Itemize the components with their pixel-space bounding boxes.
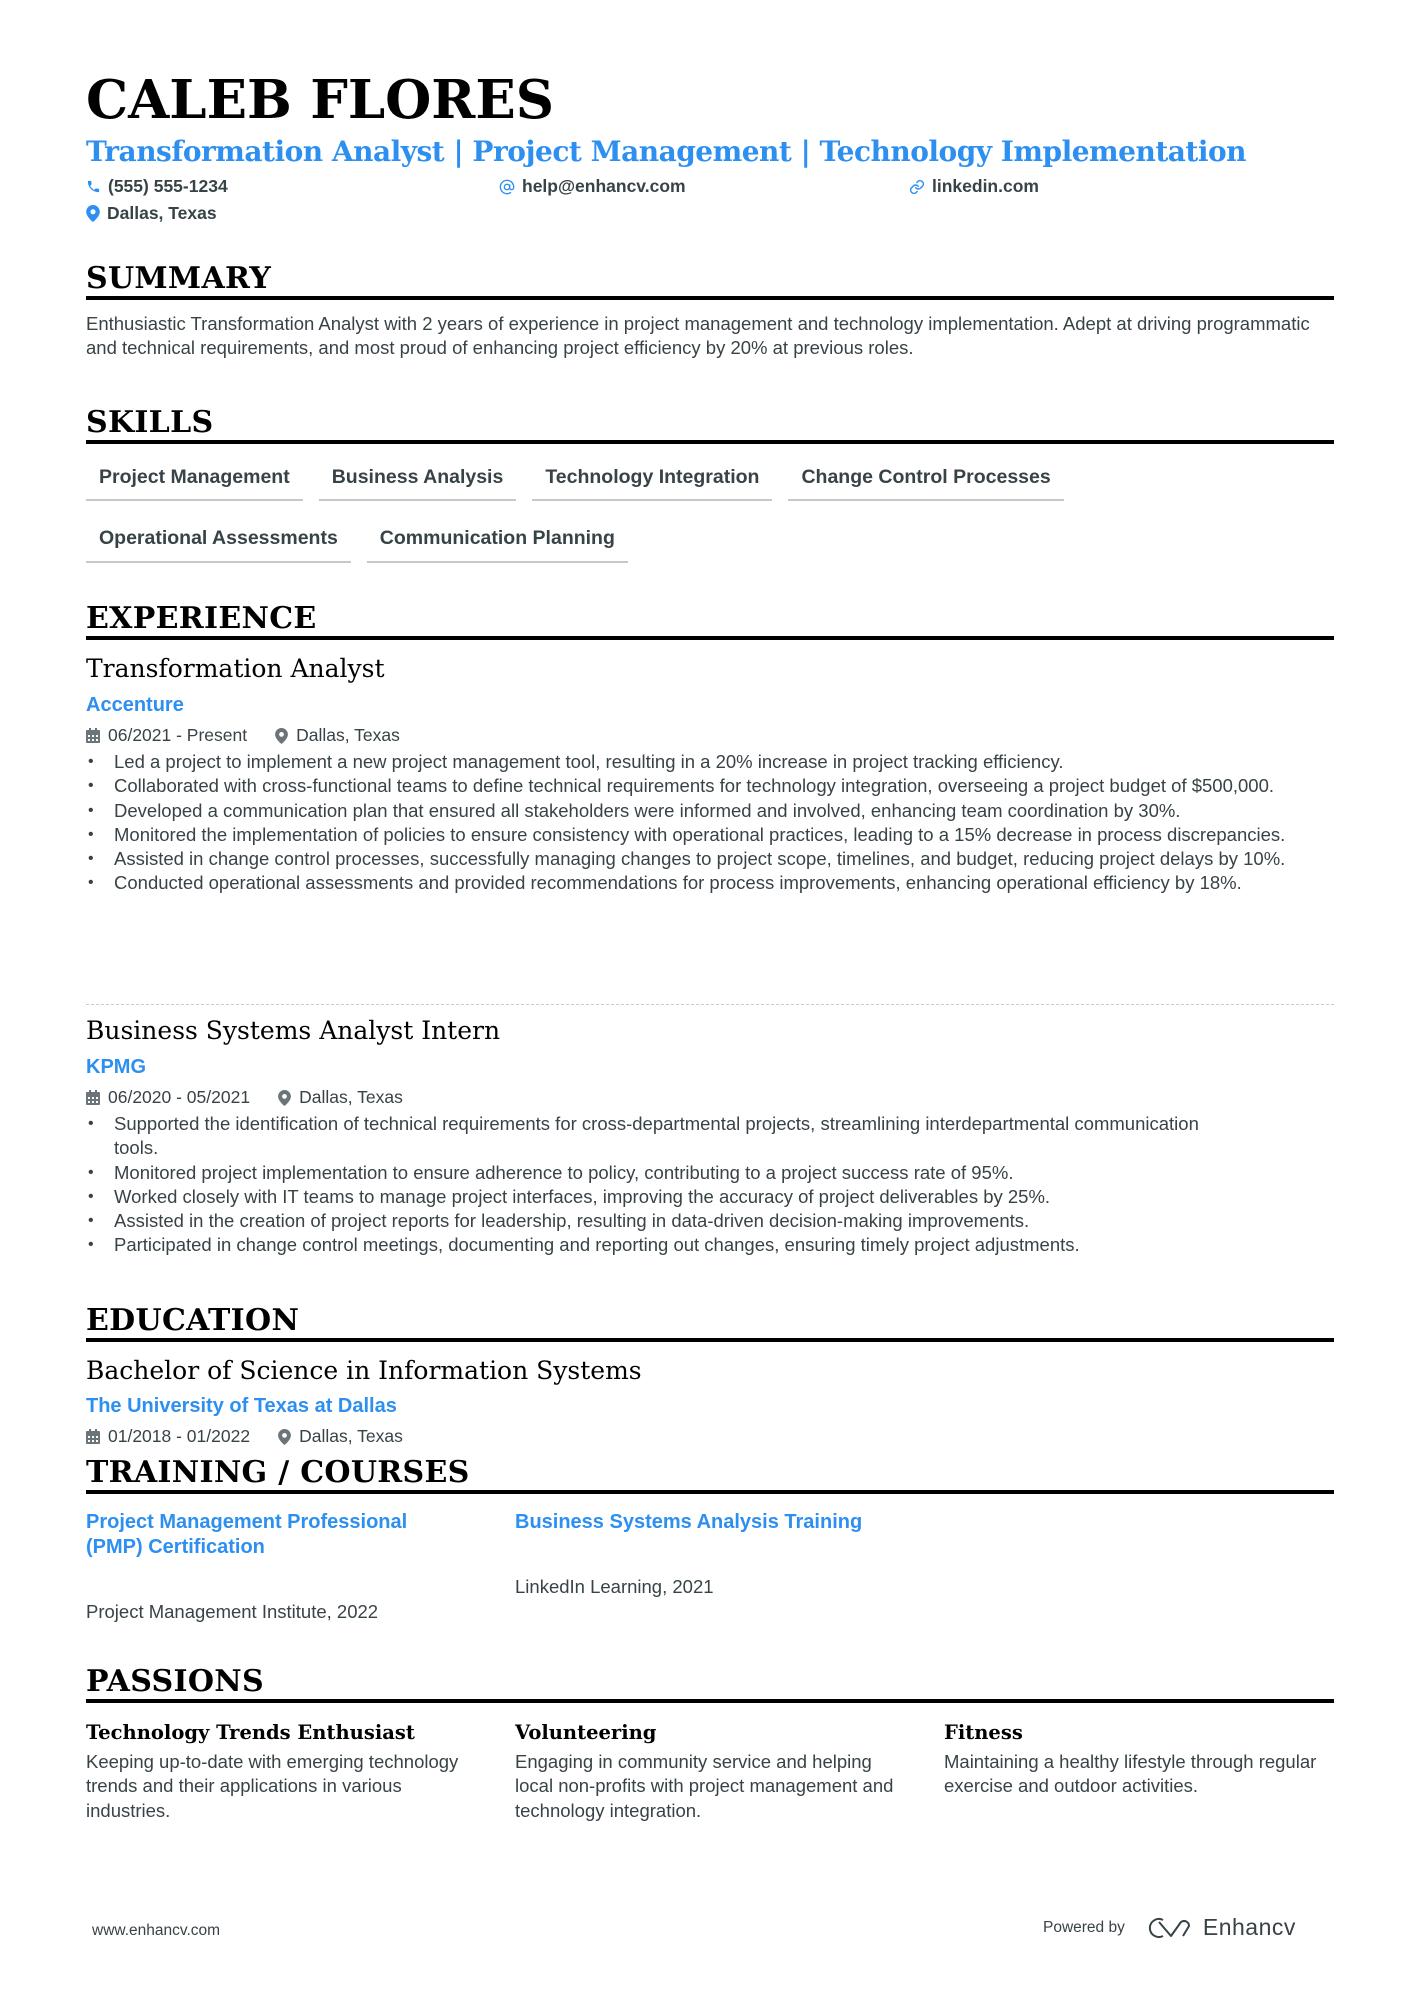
passion-title: Fitness [944, 1721, 1023, 1744]
link-icon [909, 179, 925, 194]
bullet-item: Developed a communication plan that ensu… [86, 799, 1334, 824]
education-school: The University of Texas at Dallas [86, 1395, 397, 1417]
training-divider [86, 1490, 1334, 1494]
education-heading: EDUCATION [86, 1303, 300, 1338]
linkedin-link[interactable]: linkedin.com [932, 177, 1039, 196]
training-heading: TRAINING / COURSES [86, 1455, 470, 1490]
phone-text: (555) 555-1234 [108, 176, 228, 196]
bullet-item: Participated in change control meetings,… [86, 1233, 1236, 1258]
bullet-item: Collaborated with cross-functional teams… [86, 774, 1334, 799]
skill-tag: Change Control Processes [788, 466, 1064, 502]
job-bullets: Led a project to implement a new project… [86, 750, 1334, 896]
bullet-item: Worked closely with IT teams to manage p… [86, 1185, 1236, 1210]
bullet-item: Monitored project implementation to ensu… [86, 1161, 1236, 1186]
experience-heading: EXPERIENCE [86, 601, 317, 636]
job-location: Dallas, Texas [299, 1087, 403, 1107]
candidate-tagline: Transformation Analyst | Project Managem… [86, 135, 1247, 168]
passion-title: Volunteering [515, 1721, 657, 1744]
passion-description: Keeping up-to-date with emerging technol… [86, 1751, 459, 1821]
footer-branding: Powered by Enhancv [1043, 1914, 1296, 1941]
job-title: Business Systems Analyst Intern [86, 1016, 501, 1045]
bullet-item: Assisted in the creation of project repo… [86, 1209, 1236, 1234]
passions-divider [86, 1699, 1334, 1703]
phone-icon [87, 181, 100, 193]
brand-name: Enhancv [1202, 1914, 1296, 1940]
passion-description: Maintaining a healthy lifestyle through … [944, 1751, 1317, 1797]
bullet-item: Led a project to implement a new project… [86, 750, 1334, 775]
skill-tag: Project Management [86, 466, 303, 502]
enhancv-logo-icon [1148, 1917, 1190, 1938]
candidate-name: CALEB FLORES [86, 69, 554, 131]
summary-heading: SUMMARY [86, 261, 272, 296]
job-company: Accenture [86, 694, 184, 716]
job-separator [86, 1004, 1334, 1005]
skill-tag: Communication Planning [366, 527, 628, 563]
skill-tag: Business Analysis [318, 466, 517, 502]
passion-title: Technology Trends Enthusiast [86, 1721, 415, 1744]
experience-divider [86, 636, 1334, 640]
skills-heading: SKILLS [86, 405, 214, 440]
job-dates: 06/2021 - Present [108, 725, 248, 745]
calendar-icon [86, 1429, 100, 1445]
job-meta: 06/2020 - 05/2021 Dallas, Texas [86, 1087, 431, 1107]
bullet-item: Supported the identification of technica… [86, 1112, 1236, 1161]
passions-heading: PASSIONS [86, 1664, 264, 1699]
education-divider [86, 1338, 1334, 1342]
course-provider: Project Management Institute, 2022 [86, 1601, 379, 1622]
job-dates: 06/2020 - 05/2021 [108, 1087, 251, 1107]
education-meta: 01/2018 - 01/2022 Dallas, Texas [86, 1426, 431, 1446]
course-provider: LinkedIn Learning, 2021 [515, 1576, 714, 1597]
footer-website[interactable]: www.enhancv.com [92, 1922, 220, 1940]
bullet-item: Conducted operational assessments and pr… [86, 871, 1334, 896]
enhancv-logo[interactable]: Enhancv [1147, 1914, 1296, 1941]
location-pin-icon [86, 205, 100, 223]
skills-divider [86, 440, 1334, 444]
passion-description: Engaging in community service and helpin… [515, 1751, 894, 1821]
job-bullets: Supported the identification of technica… [86, 1112, 1236, 1258]
bullet-item: Assisted in change control processes, su… [86, 847, 1334, 872]
summary-divider [86, 296, 1334, 300]
education-degree: Bachelor of Science in Information Syste… [86, 1356, 642, 1385]
skills-list: Project Management Business Analysis Tec… [86, 466, 1334, 563]
location-pin-icon [278, 1428, 291, 1445]
summary-text: Enthusiastic Transformation Analyst with… [86, 313, 1310, 358]
education-dates: 01/2018 - 01/2022 [108, 1426, 251, 1446]
course-title: Project Management Professional (PMP) Ce… [86, 1511, 408, 1558]
location-pin-icon [278, 1089, 291, 1106]
contact-email[interactable]: help@enhancv.com [499, 177, 686, 196]
job-meta: 06/2021 - Present Dallas, Texas [86, 725, 428, 745]
education-location: Dallas, Texas [299, 1426, 403, 1446]
contact-location: Dallas, Texas [86, 203, 217, 223]
skill-tag: Technology Integration [532, 466, 773, 502]
job-title: Transformation Analyst [86, 654, 385, 683]
calendar-icon [86, 1090, 100, 1106]
calendar-icon [86, 728, 100, 744]
powered-by-label: Powered by [1043, 1918, 1125, 1936]
location-text: Dallas, Texas [107, 203, 217, 223]
email-link[interactable]: help@enhancv.com [522, 177, 686, 196]
job-company: KPMG [86, 1056, 146, 1078]
job-location: Dallas, Texas [296, 725, 400, 745]
at-sign-icon [499, 179, 515, 195]
course-title: Business Systems Analysis Training [515, 1511, 863, 1533]
contact-phone: (555) 555-1234 [86, 176, 228, 196]
skill-tag: Operational Assessments [86, 527, 351, 563]
bullet-item: Monitored the implementation of policies… [86, 823, 1334, 848]
location-pin-icon [275, 727, 289, 744]
contact-linkedin[interactable]: linkedin.com [909, 177, 1039, 196]
